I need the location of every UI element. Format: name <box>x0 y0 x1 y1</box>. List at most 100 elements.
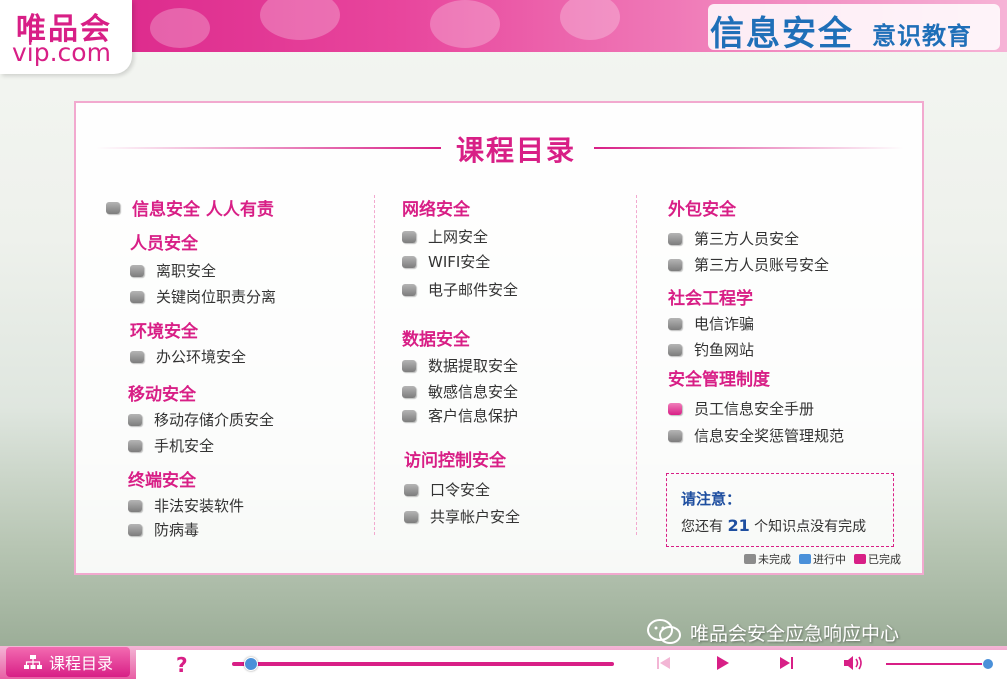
previous-icon[interactable] <box>654 653 674 673</box>
decor-bubble <box>560 0 620 40</box>
course-item-label: 数据提取安全 <box>428 357 519 375</box>
decor-bubble <box>150 8 210 48</box>
panel-title: 课程目录 <box>456 134 577 167</box>
course-item-label: 客户信息保护 <box>428 407 519 425</box>
course-item-label: 电信诈骗 <box>694 315 755 333</box>
status-done-icon <box>668 402 682 415</box>
playback-progress-track[interactable] <box>232 662 614 666</box>
course-item-label: 敏感信息安全 <box>428 383 519 401</box>
course-catalog-panel: 课程目录 信息安全 人人有责 人员安全 离职安全 关键岗位职责分离 环境安全 办… <box>74 101 924 575</box>
course-item-label: 办公环境安全 <box>156 348 247 366</box>
section-title: 终端安全 <box>128 471 196 491</box>
course-item-label: 手机安全 <box>154 437 215 455</box>
section-title: 访问控制安全 <box>404 451 506 471</box>
status-pending-icon <box>404 483 418 496</box>
course-item-label: 第三方人员安全 <box>694 230 800 248</box>
course-item[interactable]: 第三方人员账号安全 <box>668 254 829 275</box>
status-pending-icon <box>402 230 416 243</box>
section-title: 安全管理制度 <box>668 370 770 390</box>
brand-sub-text: 意识教育 <box>872 22 972 50</box>
course-item[interactable]: 电子邮件安全 <box>402 279 518 300</box>
course-item[interactable]: 客户信息保护 <box>402 405 518 426</box>
decor-bubble <box>260 0 340 40</box>
course-item[interactable]: 口令安全 <box>404 479 490 500</box>
section-title: 环境安全 <box>130 322 198 342</box>
course-item-label: 员工信息安全手册 <box>694 400 815 418</box>
section-title: 网络安全 <box>402 200 470 220</box>
notice-text-before: 您还有 <box>681 519 723 535</box>
decor-bubble <box>430 0 500 48</box>
course-item-label: 信息安全 人人有责 <box>132 200 274 220</box>
next-icon[interactable] <box>776 653 796 673</box>
volume-icon[interactable] <box>842 653 866 673</box>
section-title: 数据安全 <box>402 330 470 350</box>
status-pending-icon <box>128 523 142 536</box>
course-item[interactable]: 离职安全 <box>130 260 216 281</box>
legend-pending-icon <box>744 554 756 564</box>
course-item-label: 关键岗位职责分离 <box>156 288 277 306</box>
status-pending-icon <box>404 510 418 523</box>
course-item[interactable]: 信息安全奖惩管理规范 <box>668 425 844 446</box>
section-title: 外包安全 <box>668 200 736 220</box>
status-pending-icon <box>130 290 144 303</box>
title-decor-line-right <box>594 147 904 149</box>
course-item-label: 第三方人员账号安全 <box>694 256 830 274</box>
course-item-label: 上网安全 <box>428 228 489 246</box>
volume-slider-track[interactable] <box>886 663 988 665</box>
notice-text: 您还有 21 个知识点没有完成 <box>681 516 866 536</box>
course-item-label: WIFI安全 <box>428 253 491 271</box>
column-divider <box>636 195 637 535</box>
course-item-completed[interactable]: 员工信息安全手册 <box>668 398 814 419</box>
course-item-label: 钓鱼网站 <box>694 341 755 359</box>
status-legend: 未完成 进行中 已完成 <box>736 551 901 567</box>
course-item[interactable]: 防病毒 <box>128 519 199 540</box>
course-item[interactable]: 上网安全 <box>402 226 488 247</box>
course-item-label: 共享帐户安全 <box>430 508 521 526</box>
course-catalog-button[interactable]: 课程目录 <box>6 647 130 677</box>
course-item[interactable]: 第三方人员安全 <box>668 228 799 249</box>
status-pending-icon <box>402 409 416 422</box>
status-pending-icon <box>402 385 416 398</box>
course-item-label: 离职安全 <box>156 262 217 280</box>
course-item[interactable]: 钓鱼网站 <box>668 339 754 360</box>
course-item-intro[interactable]: 信息安全 人人有责 <box>106 195 274 220</box>
course-item[interactable]: 数据提取安全 <box>402 355 518 376</box>
column-divider <box>374 195 375 535</box>
status-pending-icon <box>668 343 682 356</box>
progress-notice-box: 请注意： 您还有 21 个知识点没有完成 <box>666 473 894 547</box>
course-catalog-button-label: 课程目录 <box>48 654 113 673</box>
brand-main-text: 信息安全 <box>710 14 854 54</box>
legend-pending-label: 未完成 <box>758 553 791 566</box>
status-pending-icon <box>128 439 142 452</box>
course-item[interactable]: 手机安全 <box>128 435 214 456</box>
notice-text-after: 个知识点没有完成 <box>754 519 867 535</box>
section-title: 社会工程学 <box>668 289 753 309</box>
status-pending-icon <box>128 499 142 512</box>
playback-progress-handle[interactable] <box>244 657 258 671</box>
course-item[interactable]: 非法安装软件 <box>128 495 244 516</box>
course-item[interactable]: 办公环境安全 <box>130 346 246 367</box>
remaining-count: 21 <box>727 516 750 535</box>
course-item[interactable]: 共享帐户安全 <box>404 506 520 527</box>
course-item-label: 信息安全奖惩管理规范 <box>694 427 845 445</box>
course-item[interactable]: 电信诈骗 <box>668 313 754 334</box>
help-button[interactable]: ? <box>176 653 188 677</box>
status-pending-icon <box>106 201 120 214</box>
course-item[interactable]: 移动存储介质安全 <box>128 409 274 430</box>
sitemap-icon <box>23 655 42 669</box>
status-pending-icon <box>402 283 416 296</box>
course-item-label: 非法安装软件 <box>154 497 245 515</box>
volume-slider-handle[interactable] <box>982 658 994 670</box>
legend-done-label: 已完成 <box>868 553 901 566</box>
watermark-text: 唯品会安全应急响应中心 <box>690 622 900 645</box>
course-item[interactable]: 敏感信息安全 <box>402 381 518 402</box>
course-item-label: 口令安全 <box>430 481 491 499</box>
course-item-label: 移动存储介质安全 <box>154 411 275 429</box>
wechat-icon <box>647 619 681 644</box>
wechat-watermark: 唯品会安全应急响应中心 <box>646 618 899 646</box>
section-title: 人员安全 <box>130 234 198 254</box>
logo-english: vip.com <box>12 38 111 67</box>
course-item[interactable]: WIFI安全 <box>402 251 490 272</box>
course-item[interactable]: 关键岗位职责分离 <box>130 286 276 307</box>
play-icon[interactable] <box>712 653 732 673</box>
